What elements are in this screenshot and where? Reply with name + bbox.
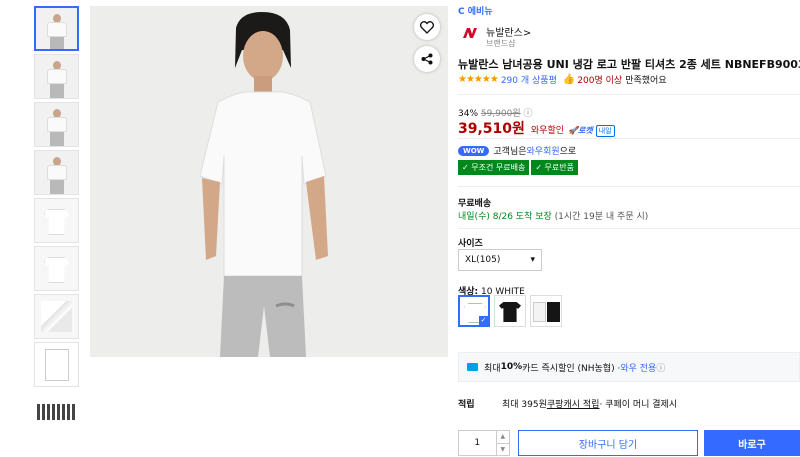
satisfied-text: 만족했어요 — [625, 76, 667, 86]
color-swatches: ✓ — [458, 295, 566, 327]
earn-text: 최대 395원 — [502, 400, 547, 410]
wow-discount-label: 와우할인 — [530, 126, 565, 136]
brand-link[interactable]: 뉴발란스> — [486, 24, 531, 39]
divider — [458, 138, 800, 139]
rating-row: ★★★★★ 290 개 상품평 👍 200명 이상 만족했어요 — [458, 73, 667, 86]
thumbnail-8[interactable] — [34, 342, 79, 387]
thumbnail-6[interactable] — [34, 246, 79, 291]
card-icon — [467, 363, 478, 371]
earn-label: 적립 — [458, 400, 475, 410]
divider — [458, 186, 800, 187]
quantity-decrease-icon[interactable]: ▼ — [497, 444, 509, 456]
swatch-white[interactable]: ✓ — [458, 295, 490, 327]
card-percent: 10% — [500, 362, 523, 372]
price-row: 39,510원 와우할인 🚀로켓 내일 — [458, 118, 615, 138]
product-title: 뉴발란스 남녀공용 UNI 냉감 로고 반팔 티셔츠 2종 세트 NBNEFB9… — [458, 58, 800, 71]
earn-row: 적립 최대 395원 쿠팡캐시 적립 · 쿠페이 머니 결제시 — [458, 397, 677, 410]
delivery-note: (1시간 19분 내 주문 시) — [551, 212, 649, 222]
delivery-date: 내일(수) 8/26 도착 보장 (1시간 19분 내 주문 시) — [458, 209, 648, 222]
quantity-increase-icon[interactable]: ▲ — [496, 431, 509, 444]
divider — [458, 94, 800, 95]
thumbnail-2[interactable] — [34, 54, 79, 99]
satisfied-count: 200명 이상 — [577, 76, 623, 86]
product-info-panel: C 에비뉴 뉴발란스> 브랜드샵 뉴발란스 남녀공용 UNI 냉감 로고 반팔 … — [458, 0, 800, 457]
rocket-delivery-badge: 🚀로켓 — [568, 126, 593, 135]
sale-price: 39,510원 — [458, 121, 525, 137]
brand-shop-label: 브랜드샵 — [486, 39, 516, 48]
divider — [458, 228, 800, 229]
shipping-heading: 무료배송 — [458, 199, 492, 209]
wow-text-suffix: 으로 — [559, 147, 577, 157]
swatch-black[interactable] — [494, 295, 526, 327]
swatch-white-black[interactable] — [530, 295, 562, 327]
thumbnail-3[interactable] — [34, 102, 79, 147]
delivery-guarantee: 내일(수) 8/26 도착 보장 — [458, 212, 552, 222]
buy-now-button[interactable]: 바로구 — [704, 430, 800, 456]
info-icon[interactable]: ⓘ — [656, 361, 665, 374]
free-return-badge: ✓ 무료반품 — [531, 160, 578, 175]
wow-text: 고객님은 — [493, 147, 527, 157]
earn-text-suffix: · 쿠페이 머니 결제시 — [599, 400, 678, 410]
model-illustration — [90, 6, 448, 357]
quantity-input[interactable]: 1 — [459, 431, 496, 455]
wow-member-row: WOW 고객님은 와우회원 으로 — [458, 144, 576, 157]
thumbnail-list — [34, 6, 80, 438]
thumbnail-9[interactable] — [34, 390, 79, 435]
card-discount-banner[interactable]: 최대 10% 카드 즉시할인 (NH농협) · 와우 전용 ⓘ — [458, 352, 800, 382]
brand-logo-icon — [460, 24, 482, 42]
wow-badge: WOW — [458, 145, 490, 156]
wow-only-link[interactable]: 와우 전용 — [620, 361, 656, 374]
card-text: 최대 — [484, 363, 501, 374]
quantity-stepper: 1 ▲ ▼ — [458, 430, 510, 456]
add-to-cart-button[interactable]: 장바구니 담기 — [518, 430, 698, 456]
main-product-image — [90, 6, 448, 357]
thumbnail-7[interactable] — [34, 294, 79, 339]
wishlist-heart-icon[interactable] — [414, 14, 440, 40]
review-count-link[interactable]: 290 개 상품평 — [501, 73, 557, 86]
check-icon: ✓ — [479, 316, 488, 325]
coupang-cash-link[interactable]: 쿠팡캐시 적립 — [547, 397, 600, 410]
avenue-logo: C 에비뉴 — [458, 7, 493, 17]
thumbnail-1[interactable] — [34, 6, 79, 51]
card-text-mid: 카드 즉시할인 (NH농협) · — [522, 363, 621, 374]
size-heading: 사이즈 — [458, 239, 483, 249]
chevron-down-icon: ▾ — [530, 255, 535, 265]
free-shipping-badge: ✓ 무조건 무료배송 — [458, 160, 530, 175]
thumbnail-5[interactable] — [34, 198, 79, 243]
tomorrow-badge: 내일 — [595, 125, 615, 137]
share-icon[interactable] — [414, 46, 440, 72]
thumbnail-4[interactable] — [34, 150, 79, 195]
size-selected-value: XL(105) — [465, 255, 501, 265]
thumbs-up-icon: 👍 — [562, 74, 576, 85]
chevron-right-icon: > — [522, 28, 532, 39]
benefit-badges: ✓ 무조건 무료배송 ✓ 무료반품 — [458, 160, 580, 175]
size-select[interactable]: XL(105) ▾ — [458, 249, 542, 271]
star-rating: ★★★★★ — [458, 74, 499, 85]
wow-member-link[interactable]: 와우회원 — [527, 144, 560, 157]
